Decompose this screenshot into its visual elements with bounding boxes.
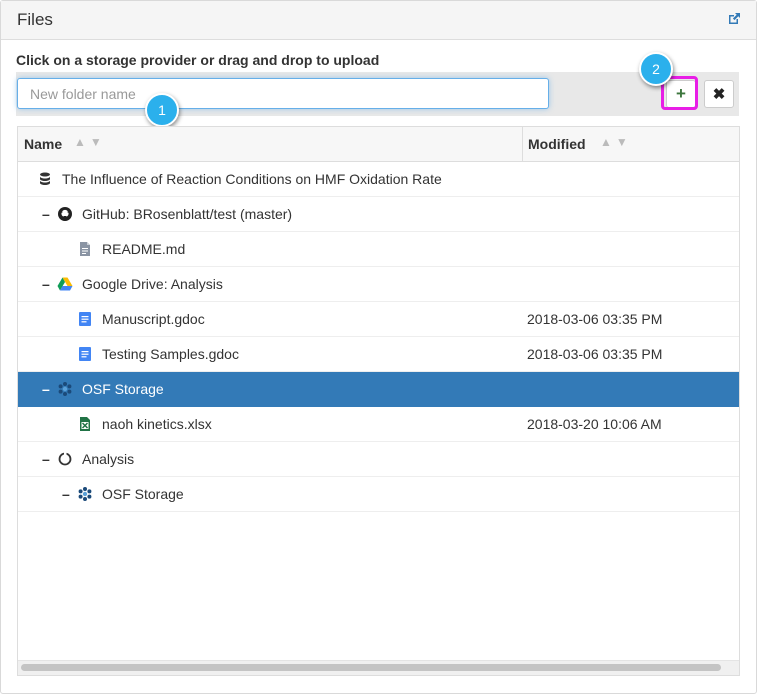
new-folder-name-input[interactable] bbox=[17, 78, 549, 109]
github-icon bbox=[58, 207, 72, 221]
file-name-label[interactable]: OSF Storage bbox=[102, 486, 184, 502]
circle-icon bbox=[58, 452, 72, 466]
excel-icon bbox=[80, 417, 90, 431]
external-link-icon[interactable] bbox=[726, 11, 742, 27]
file-tree-row[interactable]: – Analysis bbox=[18, 442, 739, 477]
modified-date: 2018-03-20 10:06 AM bbox=[527, 416, 662, 432]
sort-modified-icon[interactable]: ▲▼ bbox=[600, 135, 632, 149]
file-name-label[interactable]: The Influence of Reaction Conditions on … bbox=[62, 171, 442, 187]
panel-header: Files bbox=[1, 1, 756, 40]
column-header-modified[interactable]: Modified bbox=[528, 136, 586, 152]
file-name-label[interactable]: Analysis bbox=[82, 451, 134, 467]
file-tree-grid: Name ▲▼ Modified ▲▼ The Influence of Rea… bbox=[17, 126, 740, 676]
file-tree-row[interactable]: naoh kinetics.xlsx 2018-03-20 10:06 AM bbox=[18, 407, 739, 442]
modified-date: 2018-03-06 03:35 PM bbox=[527, 311, 663, 327]
gdoc-icon bbox=[79, 312, 91, 326]
sort-name-icon[interactable]: ▲▼ bbox=[74, 135, 106, 149]
file-name-label[interactable]: GitHub: BRosenblatt/test (master) bbox=[82, 206, 292, 222]
scrollbar-thumb[interactable] bbox=[21, 664, 721, 671]
upload-instruction: Click on a storage provider or drag and … bbox=[16, 52, 380, 68]
file-tree-row[interactable]: – GitHub: BRosenblatt/test (master) bbox=[18, 197, 739, 232]
file-name-label[interactable]: OSF Storage bbox=[82, 381, 164, 397]
file-name-label[interactable]: Testing Samples.gdoc bbox=[102, 346, 239, 362]
file-tree-row[interactable]: – Google Drive: Analysis bbox=[18, 267, 739, 302]
column-header-name[interactable]: Name bbox=[24, 136, 62, 152]
horizontal-scrollbar[interactable] bbox=[18, 660, 739, 675]
osf-icon bbox=[58, 382, 72, 396]
google-drive-icon bbox=[57, 277, 73, 291]
gdoc-icon bbox=[79, 347, 91, 361]
file-name-label[interactable]: Manuscript.gdoc bbox=[102, 311, 205, 327]
cancel-folder-button[interactable]: ✖ bbox=[704, 80, 734, 108]
modified-date: 2018-03-06 03:35 PM bbox=[527, 346, 663, 362]
file-tree-row[interactable]: – OSF Storage bbox=[18, 477, 739, 512]
file-name-label[interactable]: Google Drive: Analysis bbox=[82, 276, 223, 292]
database-icon bbox=[40, 172, 50, 185]
file-tree-row[interactable]: – OSF Storage bbox=[18, 372, 739, 407]
file-name-label[interactable]: naoh kinetics.xlsx bbox=[102, 416, 212, 432]
annotation-marker-2: 2 bbox=[639, 52, 673, 86]
column-divider bbox=[522, 127, 523, 161]
collapse-toggle[interactable]: – bbox=[62, 486, 70, 502]
annotation-marker-1: 1 bbox=[145, 93, 179, 127]
file-tree-row[interactable]: Testing Samples.gdoc 2018-03-06 03:35 PM bbox=[18, 337, 739, 372]
file-icon bbox=[80, 242, 90, 256]
collapse-toggle[interactable]: – bbox=[42, 206, 50, 222]
collapse-toggle[interactable]: – bbox=[42, 451, 50, 467]
file-tree-row[interactable]: The Influence of Reaction Conditions on … bbox=[18, 162, 739, 197]
file-tree-row[interactable]: Manuscript.gdoc 2018-03-06 03:35 PM bbox=[18, 302, 739, 337]
file-name-label[interactable]: README.md bbox=[102, 241, 185, 257]
close-icon: ✖ bbox=[712, 86, 726, 103]
file-tree-row[interactable]: README.md bbox=[18, 232, 739, 267]
osf-icon bbox=[78, 487, 92, 501]
grid-header: Name ▲▼ Modified ▲▼ bbox=[18, 127, 739, 162]
panel-title: Files bbox=[17, 10, 53, 29]
collapse-toggle[interactable]: – bbox=[42, 276, 50, 292]
collapse-toggle[interactable]: – bbox=[42, 381, 50, 397]
